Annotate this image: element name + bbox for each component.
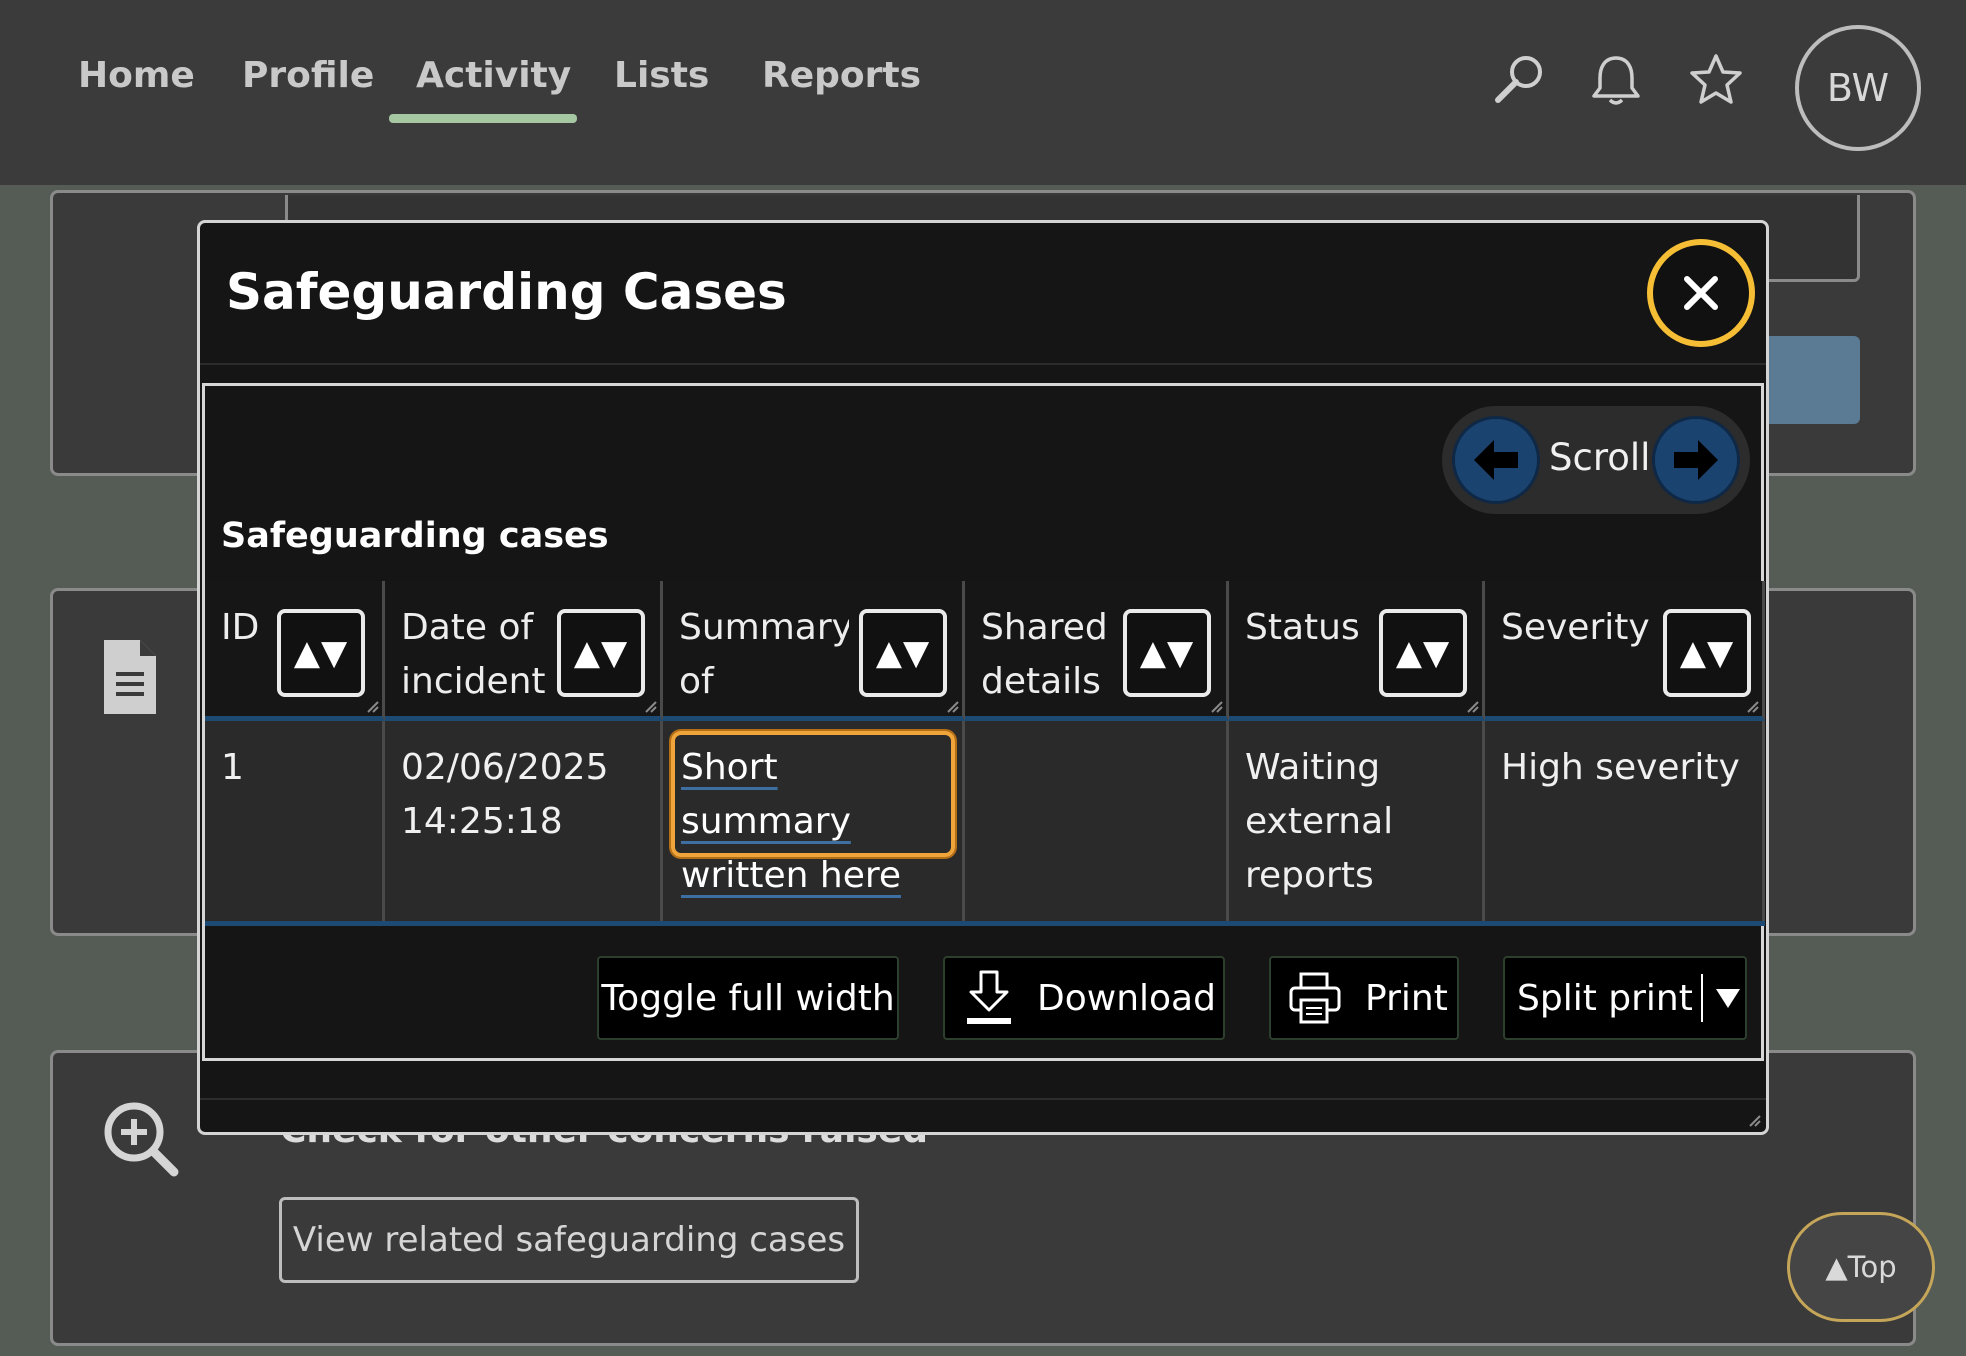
button-label: Download [1037, 977, 1216, 1019]
split-print-dropdown[interactable] [1700, 974, 1741, 1022]
sort-severity-button[interactable]: ▲▼ [1663, 609, 1751, 697]
table-cell-date: 02/06/2025 14:25:18 [385, 721, 663, 926]
bell-icon[interactable] [1586, 50, 1646, 110]
sort-id-button[interactable]: ▲▼ [277, 609, 365, 697]
resize-grip-icon[interactable] [946, 700, 960, 714]
split-print-button[interactable]: Split print [1503, 956, 1747, 1040]
resize-grip-icon[interactable] [644, 700, 658, 714]
sort-summary-button[interactable]: ▲▼ [859, 609, 947, 697]
close-icon [1684, 276, 1718, 310]
user-avatar[interactable]: BW [1795, 25, 1921, 151]
arrow-left-icon [1474, 440, 1518, 480]
sort-date-button[interactable]: ▲▼ [557, 609, 645, 697]
column-label: Severity [1501, 607, 1650, 648]
column-header-summary: Summary of ▲▼ [663, 581, 965, 721]
nav-lists[interactable]: Lists [614, 55, 709, 96]
safeguarding-cases-modal: Safeguarding Cases Scroll Safeguarding c… [197, 220, 1769, 1135]
scroll-right-button[interactable] [1652, 416, 1740, 504]
printer-icon [1289, 972, 1341, 1024]
column-label: Shared details [981, 607, 1108, 702]
document-icon [104, 640, 156, 714]
modal-footer-divider [200, 1098, 1766, 1100]
modal-title: Safeguarding Cases [226, 263, 787, 321]
modal-header-divider [200, 363, 1766, 365]
scroll-left-button[interactable] [1452, 416, 1540, 504]
toggle-full-width-button[interactable]: Toggle full width [597, 956, 899, 1040]
resize-grip-icon[interactable] [1210, 700, 1224, 714]
summary-link[interactable]: Short summary written here [671, 731, 955, 896]
table-panel: Scroll Safeguarding cases ID ▲▼ Date of … [202, 383, 1765, 1061]
scroll-label: Scroll [1549, 436, 1651, 479]
table-cell-id: 1 [205, 721, 385, 926]
resize-grip-icon[interactable] [366, 700, 380, 714]
nav-home[interactable]: Home [78, 55, 195, 96]
star-icon[interactable] [1686, 50, 1746, 110]
button-label: Print [1365, 977, 1448, 1019]
table-cell-shared [965, 721, 1229, 926]
table-cell-severity: High severity [1485, 721, 1765, 926]
resize-grip-icon[interactable] [1746, 700, 1760, 714]
search-icon[interactable] [1490, 50, 1550, 110]
summary-link-text: Short summary written here [681, 747, 902, 896]
scroll-control: Scroll [1442, 406, 1750, 514]
back-to-top-button[interactable]: ▲Top [1787, 1212, 1935, 1322]
print-button[interactable]: Print [1269, 956, 1459, 1040]
active-tab-indicator [389, 114, 577, 123]
cell-value: Waiting external reports [1245, 747, 1394, 896]
nav-profile[interactable]: Profile [242, 55, 374, 96]
nav-activity[interactable]: Activity [416, 55, 571, 96]
cell-value: 1 [221, 747, 244, 788]
column-header-severity: Severity ▲▼ [1485, 581, 1765, 721]
table-cell-status: Waiting external reports [1229, 721, 1485, 926]
table-caption: Safeguarding cases [221, 516, 609, 556]
view-related-cases-button[interactable]: View related safeguarding cases [279, 1197, 859, 1283]
column-header-status: Status ▲▼ [1229, 581, 1485, 721]
arrow-right-icon [1674, 440, 1718, 480]
resize-grip-icon[interactable] [1466, 700, 1480, 714]
column-header-id: ID ▲▼ [205, 581, 385, 721]
column-header-shared-details: Shared details ▲▼ [965, 581, 1229, 721]
column-header-date: Date of incident ▲▼ [385, 581, 663, 721]
column-label: ID [221, 607, 260, 648]
nav-reports[interactable]: Reports [762, 55, 921, 96]
button-label: Toggle full width [601, 977, 895, 1019]
cell-value: 02/06/2025 14:25:18 [401, 747, 609, 842]
caret-down-icon [1715, 989, 1740, 1008]
row-divider [205, 921, 1765, 926]
download-icon [967, 970, 1011, 1024]
sort-shared-button[interactable]: ▲▼ [1123, 609, 1211, 697]
sort-status-button[interactable]: ▲▼ [1379, 609, 1467, 697]
download-button[interactable]: Download [943, 956, 1225, 1040]
cell-value: High severity [1501, 747, 1740, 788]
table-cell-summary: Short summary written here [663, 721, 965, 926]
column-label: Summary of [679, 607, 849, 702]
column-label: Date of incident [401, 607, 546, 702]
cases-table: ID ▲▼ Date of incident ▲▼ Summary of ▲▼ … [205, 581, 1765, 926]
button-label: Split print [1517, 977, 1693, 1019]
close-modal-button[interactable] [1647, 239, 1755, 347]
zoom-in-icon [104, 1102, 179, 1177]
column-label: Status [1245, 607, 1360, 648]
top-navigation: Home Profile Activity Lists Reports BW [0, 0, 1966, 185]
modal-resize-grip-icon[interactable] [1748, 1114, 1762, 1128]
